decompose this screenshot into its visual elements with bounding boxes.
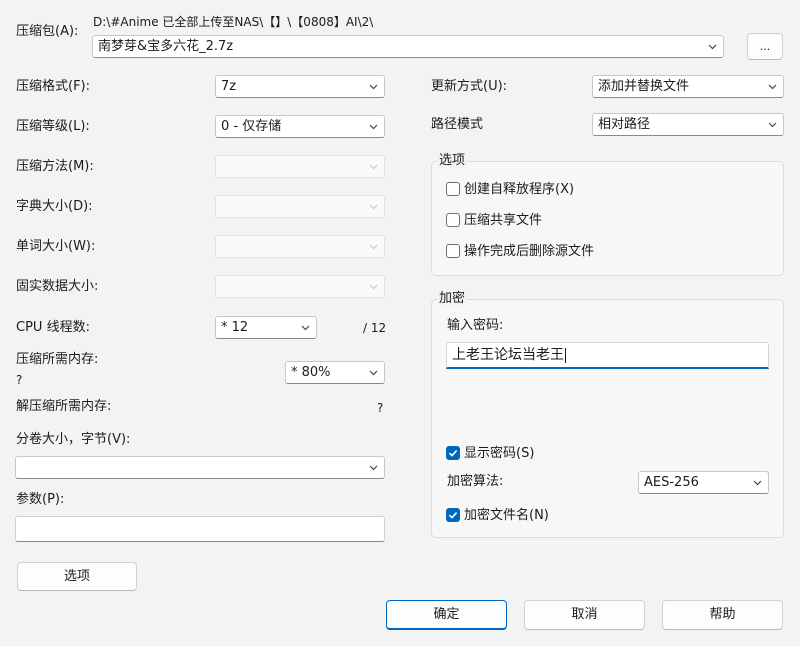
show-password-label: 显示密码(S)	[464, 446, 535, 461]
threads-value: * 12	[221, 320, 249, 335]
encrypt-names-label: 加密文件名(N)	[464, 508, 549, 523]
level-value: 0 - 仅存储	[221, 119, 282, 134]
help-button[interactable]: 帮助	[662, 600, 783, 630]
level-label: 压缩等级(L):	[16, 119, 90, 134]
level-select[interactable]: 0 - 仅存储	[215, 115, 385, 138]
options-button[interactable]: 选项	[17, 562, 137, 591]
chevron-down-icon	[369, 202, 378, 211]
chevron-down-icon	[369, 82, 378, 91]
chevron-down-icon	[768, 82, 777, 91]
format-value: 7z	[221, 79, 237, 94]
path-mode-label: 路径模式	[431, 117, 484, 132]
sfx-label: 创建自释放程序(X)	[464, 182, 575, 197]
volume-label: 分卷大小，字节(V):	[16, 432, 131, 447]
chevron-down-icon	[768, 120, 777, 129]
path-mode-value: 相对路径	[598, 117, 651, 132]
archive-path: D:\#Anime 已全部上传至NAS\【】\【0808】AI\2\	[93, 15, 374, 29]
enc-method-label: 加密算法:	[447, 474, 504, 489]
ok-button[interactable]: 确定	[386, 600, 507, 630]
solid-label: 固实数据大小:	[16, 279, 99, 294]
chevron-down-icon	[753, 478, 762, 487]
volume-select[interactable]	[15, 456, 385, 479]
mem-compress-value: ?	[16, 373, 23, 387]
checkbox-box[interactable]	[446, 213, 460, 227]
chevron-down-icon	[369, 162, 378, 171]
text-caret	[565, 347, 566, 363]
mem-percent-value: * 80%	[291, 365, 331, 380]
update-label: 更新方式(U):	[431, 79, 508, 94]
shared-checkbox[interactable]: 压缩共享文件	[446, 211, 746, 231]
archive-name-combo[interactable]: 南梦芽&宝多六花_2.7z	[92, 35, 724, 58]
update-select[interactable]: 添加并替换文件	[592, 75, 784, 98]
archive-label: 压缩包(A):	[16, 24, 79, 39]
method-select	[215, 155, 385, 178]
encryption-group	[431, 299, 784, 538]
encryption-group-title: 加密	[437, 291, 468, 307]
mem-decompress-label: 解压缩所需内存:	[16, 399, 112, 414]
params-input[interactable]	[15, 516, 385, 542]
password-value: 上老王论坛当老王	[452, 347, 564, 363]
chevron-down-icon	[369, 122, 378, 131]
dict-select	[215, 195, 385, 218]
sfx-checkbox[interactable]: 创建自释放程序(X)	[446, 180, 746, 200]
dict-label: 字典大小(D):	[16, 199, 93, 214]
update-value: 添加并替换文件	[598, 79, 690, 94]
threads-select[interactable]: * 12	[215, 316, 317, 339]
enc-method-select[interactable]: AES-256	[638, 471, 769, 494]
checkbox-box[interactable]	[446, 182, 460, 196]
threads-label: CPU 线程数:	[16, 320, 90, 335]
word-select	[215, 235, 385, 258]
chevron-down-icon	[369, 463, 378, 472]
chevron-down-icon	[301, 323, 310, 332]
show-password-checkbox[interactable]: 显示密码(S)	[446, 444, 746, 464]
format-label: 压缩格式(F):	[16, 79, 91, 94]
mem-compress-label: 压缩所需内存:	[16, 352, 99, 367]
encrypt-names-checkbox[interactable]: 加密文件名(N)	[446, 506, 746, 526]
chevron-down-icon	[708, 42, 717, 51]
archive-name-value: 南梦芽&宝多六花_2.7z	[98, 39, 234, 54]
checkbox-box[interactable]	[446, 446, 460, 460]
solid-select	[215, 275, 385, 298]
delete-source-checkbox[interactable]: 操作完成后删除源文件	[446, 242, 746, 262]
checkbox-box[interactable]	[446, 244, 460, 258]
shared-label: 压缩共享文件	[464, 213, 543, 228]
cancel-button[interactable]: 取消	[524, 600, 645, 630]
mem-percent-select[interactable]: * 80%	[285, 361, 385, 384]
checkbox-box[interactable]	[446, 508, 460, 522]
format-select[interactable]: 7z	[215, 75, 385, 98]
chevron-down-icon	[369, 282, 378, 291]
password-label: 输入密码:	[447, 318, 504, 333]
params-label: 参数(P):	[16, 492, 65, 507]
method-label: 压缩方法(M):	[16, 159, 94, 174]
word-label: 单词大小(W):	[16, 239, 96, 254]
password-input[interactable]: 上老王论坛当老王	[446, 342, 769, 369]
chevron-down-icon	[369, 368, 378, 377]
delete-source-label: 操作完成后删除源文件	[464, 244, 595, 259]
browse-button[interactable]: ...	[747, 33, 783, 60]
options-group-title: 选项	[437, 153, 468, 169]
path-mode-select[interactable]: 相对路径	[592, 113, 784, 136]
mem-decompress-value: ?	[377, 401, 384, 415]
chevron-down-icon	[369, 242, 378, 251]
enc-method-value: AES-256	[644, 475, 699, 490]
threads-max: / 12	[363, 321, 387, 335]
